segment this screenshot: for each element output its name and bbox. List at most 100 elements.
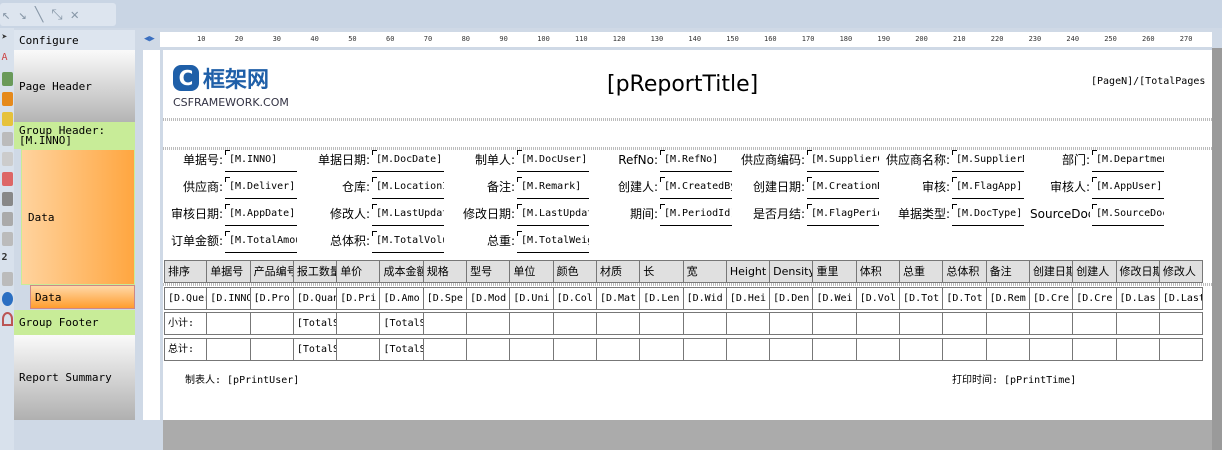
table-cell[interactable]: 产品编号	[250, 260, 294, 283]
close-icon[interactable]: ✕	[71, 7, 79, 23]
table-cell[interactable]: [TotalS	[293, 312, 338, 335]
table-cell[interactable]	[1029, 312, 1074, 335]
report-title[interactable]: [pReportTitle]	[607, 72, 758, 97]
table-cell[interactable]	[1116, 312, 1160, 335]
field-value[interactable]: [M.TotalAmount	[225, 231, 297, 253]
table-cell[interactable]: [D.Cre	[1029, 287, 1074, 310]
print-time[interactable]: 打印时间: [pPrintTime]	[952, 371, 1076, 386]
band-group-footer[interactable]: Group Footer	[14, 310, 135, 335]
checkbox-icon[interactable]	[1, 152, 13, 166]
band-page-header[interactable]: Page Header	[14, 50, 135, 122]
label-icon[interactable]: A	[2, 52, 13, 66]
table-cell[interactable]: [D.Tot	[943, 287, 987, 310]
table-cell[interactable]: [D.Pri	[337, 287, 381, 310]
print-user[interactable]: 制表人: [pPrintUser]	[185, 371, 299, 386]
field-value[interactable]: [M.DocDate]	[372, 150, 444, 172]
field-value[interactable]: [M.CreationDate	[807, 177, 879, 199]
image-icon[interactable]	[1, 92, 13, 106]
table-cell[interactable]: 单位	[510, 260, 554, 283]
table-cell[interactable]	[813, 338, 857, 361]
band-group-header[interactable]: Group Header: [M.INNO]	[14, 122, 135, 149]
table-cell[interactable]: 宽	[683, 260, 727, 283]
table-cell[interactable]: [D.Cre	[1073, 287, 1117, 310]
table-cell[interactable]	[510, 312, 554, 335]
table-cell[interactable]	[770, 338, 814, 361]
field-value[interactable]: [M.LastUpdatedBy	[372, 204, 444, 226]
pointer-icon[interactable]: ↖	[2, 7, 10, 23]
field-value[interactable]: [M.LastUpdateDate	[517, 204, 589, 226]
table-cell[interactable]	[640, 312, 684, 335]
table-cell[interactable]	[640, 338, 684, 361]
table-cell[interactable]: [D.Quan	[293, 287, 338, 310]
table-cell[interactable]: 备注	[986, 260, 1030, 283]
table-cell[interactable]	[1073, 338, 1117, 361]
field-value[interactable]: [M.PeriodId]	[660, 204, 732, 226]
field-value[interactable]: [M.LocationId	[372, 177, 444, 199]
table-cell[interactable]: 材质	[596, 260, 641, 283]
table-cell[interactable]: Height	[726, 260, 771, 283]
table-cell[interactable]: 排序	[164, 260, 208, 283]
table-cell[interactable]	[986, 312, 1030, 335]
table-cell[interactable]: [D.Spe	[423, 287, 468, 310]
globe-icon[interactable]	[1, 292, 13, 306]
table-cell[interactable]	[207, 312, 251, 335]
field-value[interactable]: [M.TotalWeight	[517, 231, 589, 253]
table-cell[interactable]	[337, 338, 381, 361]
table-cell[interactable]: 颜色	[553, 260, 597, 283]
field-value[interactable]: [M.SourceDoc]	[1092, 204, 1164, 226]
field-value[interactable]: [M.DocUser]	[517, 150, 589, 172]
table-cell[interactable]: 单价	[337, 260, 381, 283]
table-cell[interactable]: [D.Wei	[813, 287, 857, 310]
table-cell[interactable]	[553, 312, 597, 335]
band-configure[interactable]: Configure	[14, 30, 135, 50]
table-cell[interactable]: [TotalS	[380, 338, 424, 361]
field-value[interactable]: [M.INNO]	[225, 150, 297, 172]
field-value[interactable]: [M.Remark]	[517, 177, 589, 199]
table-cell[interactable]: 创建人	[1073, 260, 1117, 283]
table-cell[interactable]	[467, 312, 511, 335]
field-value[interactable]: [M.DocType]	[952, 204, 1024, 226]
table-cell[interactable]	[250, 338, 294, 361]
vertical-scrollbar[interactable]	[1212, 48, 1222, 450]
table-cell[interactable]: [D.Wid	[683, 287, 727, 310]
band-report-summary[interactable]: Report Summary	[14, 335, 135, 420]
table-cell[interactable]	[900, 338, 944, 361]
field-value[interactable]: [M.RefNo]	[660, 150, 732, 172]
table-cell[interactable]: 总重	[900, 260, 944, 283]
band-data[interactable]: Data	[21, 149, 135, 285]
pointer-icon[interactable]: ➤	[2, 32, 13, 46]
chart-icon[interactable]	[1, 172, 13, 186]
barcode-icon[interactable]	[1, 192, 13, 206]
table-cell[interactable]: [D.Amo	[380, 287, 424, 310]
table-cell[interactable]: 小计:	[164, 312, 208, 335]
table-cell[interactable]: [D.Len	[640, 287, 684, 310]
table-cell[interactable]	[467, 338, 511, 361]
table-cell[interactable]: [D.Las	[1116, 287, 1160, 310]
table-cell[interactable]	[683, 338, 727, 361]
table-cell[interactable]	[1073, 312, 1117, 335]
table-cell[interactable]	[423, 338, 468, 361]
table-cell[interactable]: [D.Uni	[510, 287, 554, 310]
table-cell[interactable]	[510, 338, 554, 361]
page-number[interactable]: [PageN]/[TotalPages	[1091, 76, 1205, 87]
table-cell[interactable]: [D.Vol	[856, 287, 901, 310]
shape-icon[interactable]	[1, 112, 13, 126]
table-cell[interactable]	[726, 338, 771, 361]
table-cell[interactable]	[1159, 338, 1204, 361]
richtext-icon[interactable]	[1, 232, 13, 246]
ruler-toggle-icon[interactable]: ◀▶	[144, 34, 155, 44]
table-cell[interactable]: [D.Col	[553, 287, 597, 310]
table-cell[interactable]	[813, 312, 857, 335]
table-cell[interactable]	[1159, 312, 1204, 335]
table-cell[interactable]: 体积	[856, 260, 901, 283]
table-cell[interactable]: [D.Last	[1159, 287, 1204, 310]
field-value[interactable]: [M.AppDate]	[225, 204, 297, 226]
table-cell[interactable]	[943, 312, 987, 335]
table-icon[interactable]	[1, 132, 13, 146]
table-cell[interactable]: 创建日期	[1029, 260, 1074, 283]
gauge-icon[interactable]	[1, 312, 13, 326]
table-cell[interactable]	[683, 312, 727, 335]
table-cell[interactable]: [D.Pro	[250, 287, 294, 310]
table-cell[interactable]: [D.Hei	[726, 287, 771, 310]
field-value[interactable]: [M.TotalVolume	[372, 231, 444, 253]
